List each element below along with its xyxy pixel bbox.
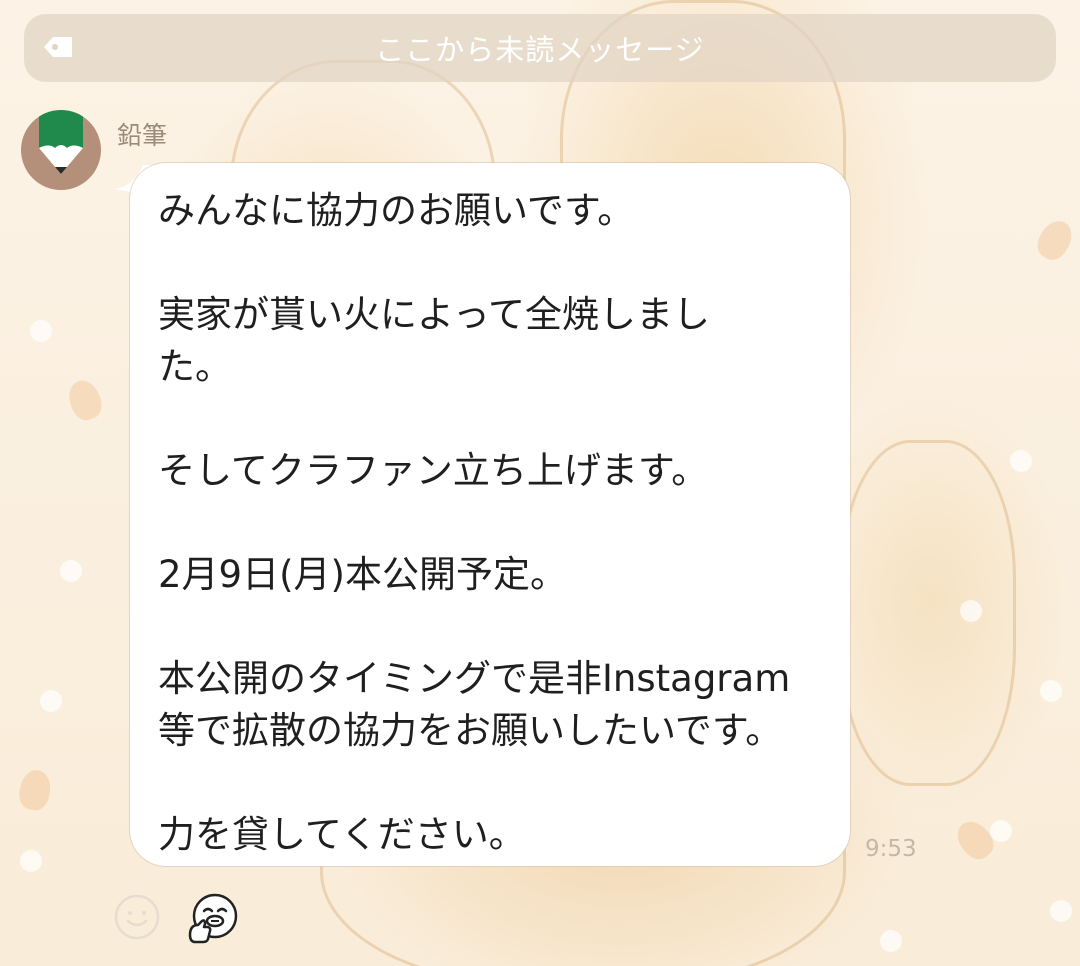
thumbs-up-sticker-icon[interactable] [186,891,240,945]
message-paragraph: 2月9日(月)本公開予定。 [158,553,567,596]
pencil-avatar-icon [39,110,83,174]
sender-name: 鉛筆 [117,121,168,150]
unread-messages-banner: ここから未読メッセージ [24,14,1056,82]
message-paragraph: 力を貸してください。 [158,813,526,856]
message-paragraph: みんなに協力のお願いです。 [158,189,635,232]
tag-icon [44,37,72,57]
message-paragraph: そしてクラファン立ち上げます。 [158,449,709,492]
smile-reaction-icon[interactable] [114,894,160,940]
message-bubble[interactable]: みんなに協力のお願いです。 実家が貰い火によって全焼しまし た。 そしてクラファ… [130,163,850,866]
message-paragraph: 実家が貰い火によって全焼しまし た。 [158,293,711,388]
message-timestamp: 9:53 [865,836,917,862]
message-paragraph: 本公開のタイミングで是非Instagram 等で拡散の協力をお願いしたいです。 [158,657,791,752]
sender-avatar[interactable] [21,110,101,190]
unread-banner-text: ここから未読メッセージ [375,33,705,67]
